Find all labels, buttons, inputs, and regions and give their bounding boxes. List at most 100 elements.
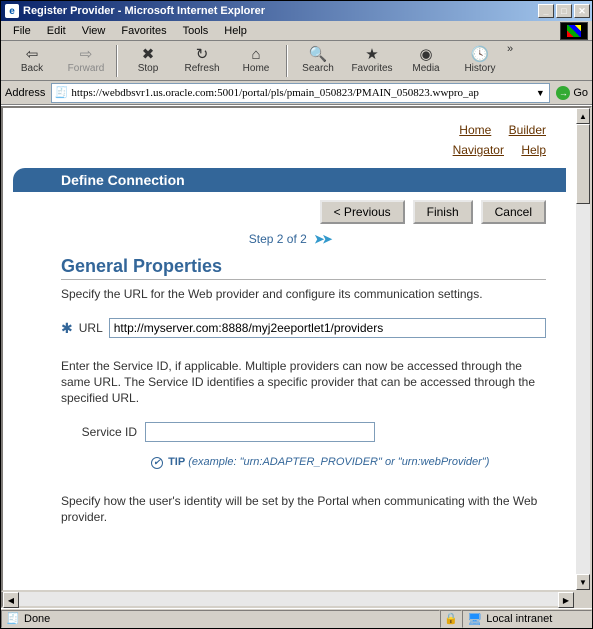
toolbar: ⇦ Back ⇨ Forward ✖ Stop ↻ Refresh ⌂ Home… — [1, 41, 592, 81]
step-text: Step 2 of 2 — [249, 232, 307, 246]
cancel-button[interactable]: Cancel — [481, 200, 546, 224]
menubar: File Edit View Favorites Tools Help — [1, 21, 592, 41]
zone-text: Local intranet — [486, 613, 552, 625]
toolbar-separator — [286, 45, 288, 77]
status-text: Done — [24, 613, 50, 625]
menu-file[interactable]: File — [5, 23, 39, 39]
address-box[interactable]: 🧾 ▼ — [51, 83, 550, 103]
page-heading: General Properties — [61, 256, 546, 280]
back-button[interactable]: ⇦ Back — [5, 43, 59, 79]
scroll-track[interactable] — [576, 124, 590, 574]
serviceid-input[interactable] — [145, 422, 375, 442]
scroll-left-icon[interactable]: ◀ — [3, 592, 19, 608]
favorites-icon: ★ — [365, 47, 378, 63]
maximize-button[interactable]: □ — [556, 4, 572, 18]
scroll-corner — [576, 592, 592, 608]
page-icon: 🧾 — [54, 86, 68, 100]
page-body: Home Builder Navigator Help Define Conne… — [3, 108, 576, 561]
step-indicator: Step 2 of 2 ➤➤ — [3, 228, 576, 256]
intro-text: Specify the URL for the Web provider and… — [61, 286, 546, 302]
content-viewport: Home Builder Navigator Help Define Conne… — [1, 106, 576, 592]
url-label: URL — [79, 321, 109, 335]
address-bar: Address 🧾 ▼ → Go — [1, 81, 592, 105]
zone-panel: 🖥 Local intranet — [462, 610, 592, 628]
scroll-thumb[interactable] — [576, 124, 590, 204]
step-arrows-icon: ➤➤ — [314, 232, 330, 246]
history-icon: 🕓 — [471, 47, 490, 63]
horizontal-scrollbar[interactable]: ◀ ▶ — [1, 592, 576, 608]
home-button[interactable]: ⌂ Home — [229, 43, 283, 79]
menu-tools[interactable]: Tools — [175, 23, 217, 39]
serviceid-tip: ✔ TIP (example: "urn:ADAPTER_PROVIDER" o… — [151, 456, 546, 469]
back-label: Back — [21, 63, 43, 74]
menu-edit[interactable]: Edit — [39, 23, 74, 39]
history-label: History — [464, 63, 495, 74]
url-field: ✱ URL — [61, 318, 546, 338]
serviceid-intro: Enter the Service ID, if applicable. Mul… — [61, 358, 546, 406]
serviceid-label: Service ID — [81, 425, 145, 439]
home-label: Home — [243, 63, 270, 74]
titlebar: e Register Provider - Microsoft Internet… — [1, 1, 592, 21]
tip-label: TIP — [168, 456, 185, 468]
history-button[interactable]: 🕓 History — [453, 43, 507, 79]
done-page-icon: 🧾 — [6, 612, 20, 626]
scroll-up-icon[interactable]: ▲ — [576, 108, 590, 124]
ssl-panel: 🔒 — [440, 610, 462, 628]
favorites-button[interactable]: ★ Favorites — [345, 43, 399, 79]
lock-icon: 🔒 — [444, 612, 458, 625]
finish-button[interactable]: Finish — [413, 200, 473, 224]
tip-icon: ✔ — [151, 457, 163, 469]
required-icon: ✱ — [61, 320, 73, 337]
tip-text: (example: "urn:ADAPTER_PROVIDER" or "urn… — [188, 456, 489, 468]
search-button[interactable]: 🔍 Search — [291, 43, 345, 79]
go-label: Go — [573, 87, 588, 99]
back-arrow-icon: ⇦ — [26, 47, 39, 63]
close-button[interactable]: ✕ — [574, 4, 590, 18]
address-input[interactable] — [71, 87, 533, 99]
media-button[interactable]: ◉ Media — [399, 43, 453, 79]
refresh-icon: ↻ — [196, 47, 209, 63]
address-label: Address — [5, 87, 45, 99]
zone-icon: 🖥 — [467, 612, 482, 626]
hscroll-track[interactable] — [19, 592, 558, 606]
minimize-button[interactable]: _ — [538, 4, 554, 18]
menu-view[interactable]: View — [74, 23, 114, 39]
media-label: Media — [412, 63, 439, 74]
window-title: Register Provider - Microsoft Internet E… — [23, 5, 536, 17]
header-links: Home Builder Navigator Help — [439, 120, 546, 160]
stop-icon: ✖ — [142, 47, 155, 63]
serviceid-field: Service ID — [81, 422, 546, 442]
go-button[interactable]: → Go — [556, 86, 588, 100]
toolbar-overflow-icon[interactable]: » — [507, 41, 519, 55]
menu-favorites[interactable]: Favorites — [113, 23, 174, 39]
windows-logo-icon — [560, 22, 588, 40]
previous-button[interactable]: < Previous — [320, 200, 405, 224]
ie-window: e Register Provider - Microsoft Internet… — [0, 0, 593, 629]
search-icon: 🔍 — [309, 47, 328, 63]
stop-button[interactable]: ✖ Stop — [121, 43, 175, 79]
toolbar-separator — [116, 45, 118, 77]
link-home[interactable]: Home — [459, 123, 491, 137]
go-icon: → — [556, 86, 570, 100]
forward-arrow-icon: ⇨ — [80, 47, 93, 63]
search-label: Search — [302, 63, 334, 74]
scroll-right-icon[interactable]: ▶ — [558, 592, 574, 608]
stop-label: Stop — [138, 63, 159, 74]
url-input[interactable] — [109, 318, 546, 338]
status-panel: 🧾 Done — [1, 610, 440, 628]
status-bar: 🧾 Done 🔒 🖥 Local intranet — [1, 608, 592, 628]
scroll-down-icon[interactable]: ▼ — [576, 574, 590, 590]
link-help[interactable]: Help — [521, 143, 546, 157]
wizard-buttons: < Previous Finish Cancel — [3, 192, 576, 228]
banner-title: Define Connection — [61, 172, 185, 188]
menu-help[interactable]: Help — [216, 23, 255, 39]
forward-button[interactable]: ⇨ Forward — [59, 43, 113, 79]
address-dropdown-icon[interactable]: ▼ — [533, 88, 547, 98]
refresh-button[interactable]: ↻ Refresh — [175, 43, 229, 79]
page-header: Home Builder Navigator Help — [3, 108, 576, 168]
media-icon: ◉ — [419, 47, 432, 63]
section-banner: Define Connection — [13, 168, 566, 192]
vertical-scrollbar[interactable]: ▲ ▼ — [576, 106, 592, 592]
link-navigator[interactable]: Navigator — [453, 143, 504, 157]
link-builder[interactable]: Builder — [509, 123, 546, 137]
